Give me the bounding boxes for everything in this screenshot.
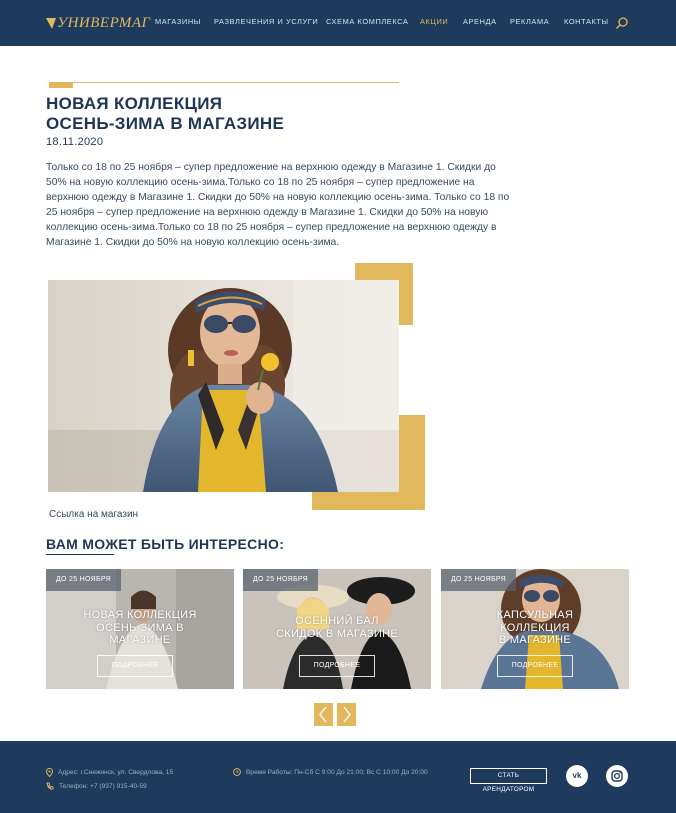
promo-card-title: ОСЕННИЙ БАЛ СКИДОК В МАГАЗИНЕ	[243, 615, 431, 640]
vk-icon[interactable]: vk	[566, 765, 588, 787]
related-heading: ВАМ МОЖЕТ БЫТЬ ИНТЕРЕСНО:	[46, 536, 285, 552]
chevron-left-icon	[319, 706, 327, 723]
footer-address: Адрес: г.Снежинск, ул. Свердлова, 15	[46, 768, 173, 777]
promo-card[interactable]: ДО 25 НОЯБРЯ НОВАЯ КОЛЛЕКЦИЯ ОСЕНЬ-ЗИМА …	[46, 569, 234, 689]
clock-icon	[233, 768, 241, 776]
promo-card-title-line: КАПСУЛЬНАЯ	[496, 609, 574, 621]
promo-card-title-line: НОВАЯ КОЛЛЕКЦИЯ	[83, 609, 197, 621]
footer-phone-text[interactable]: Телефон: +7 (937) 915-40-59	[59, 783, 147, 790]
nav-item-promotions[interactable]: АКЦИИ	[420, 17, 448, 26]
hero-photo	[48, 280, 399, 492]
shop-link[interactable]: Ссылка на магазин	[49, 509, 138, 520]
footer-hours-text: Время Работы: Пн-Сб С 9:00 До 21:00; Вс …	[246, 768, 428, 776]
nav-item-shops[interactable]: МАГАЗИНЫ	[155, 17, 201, 26]
promo-card-title: КАПСУЛЬНАЯ КОЛЛЕКЦИЯ В МАГАЗИНЕ	[441, 609, 629, 647]
promo-card[interactable]: ДО 25 НОЯБРЯ ОСЕННИЙ БАЛ СКИДОК В МАГАЗИ…	[243, 569, 431, 689]
instagram-icon[interactable]	[606, 765, 628, 787]
article-body: Только со 18 по 25 ноября – супер предло…	[46, 162, 510, 249]
promo-card-badge: ДО 25 НОЯБРЯ	[243, 569, 319, 591]
nav-item-advertising[interactable]: РЕКЛАМА	[510, 17, 549, 26]
title-accent	[49, 82, 73, 88]
footer-hours: Время Работы: Пн-Сб С 9:00 До 21:00; Вс …	[233, 768, 428, 776]
nav-item-complex-map[interactable]: СХЕМА КОМПЛЕКСА	[326, 17, 408, 26]
become-tenant-button[interactable]: СТАТЬ АРЕНДАТОРОМ	[470, 768, 547, 793]
article-title-line-1: НОВАЯ КОЛЛЕКЦИЯ	[46, 94, 223, 113]
promo-card-more-button[interactable]: ПОДРОБНЕЕ	[97, 655, 173, 677]
promo-card-title-line: КОЛЛЕКЦИЯ	[500, 621, 570, 634]
article-title-line-2: ОСЕНЬ-ЗИМА В МАГАЗИНЕ	[46, 114, 285, 133]
promo-card-title-line: МАГАЗИНЕ	[109, 634, 171, 646]
promo-card-badge: ДО 25 НОЯБРЯ	[46, 569, 122, 591]
chevron-right-icon	[343, 706, 351, 723]
nav-item-rent[interactable]: АРЕНДА	[463, 17, 497, 26]
vk-icon-label: vk	[572, 771, 582, 780]
promo-card-more-button[interactable]: ПОДРОБНЕЕ	[299, 655, 375, 677]
promo-card-more-button[interactable]: ПОДРОБНЕЕ	[497, 655, 573, 677]
promo-card-title-line: В МАГАЗИНЕ	[498, 634, 572, 646]
footer-address-text: Адрес: г.Снежинск, ул. Свердлова, 15	[58, 769, 174, 776]
carousel-prev-button[interactable]	[314, 703, 333, 726]
footer-phone[interactable]: Телефон: +7 (937) 915-40-59	[46, 782, 147, 790]
phone-icon	[46, 782, 54, 790]
promo-card-title-line: СКИДОК В МАГАЗИНЕ	[276, 627, 398, 640]
search-icon[interactable]	[615, 16, 629, 30]
location-pin-icon	[46, 768, 53, 777]
related-heading-underline	[46, 554, 114, 555]
carousel-next-button[interactable]	[337, 703, 356, 726]
nav-item-contacts[interactable]: КОНТАКТЫ	[564, 17, 609, 26]
promo-card-title-line: ОСЕНЬ-ЗИМА В	[96, 621, 184, 634]
article-date: 18.11.2020	[46, 136, 104, 148]
promo-card-title-line: ОСЕННИЙ БАЛ	[295, 615, 379, 627]
promo-card[interactable]: ДО 25 НОЯБРЯ КАПСУЛЬНАЯ КОЛЛЕКЦИЯ В МАГА…	[441, 569, 629, 689]
promo-card-badge: ДО 25 НОЯБРЯ	[441, 569, 517, 591]
title-divider	[49, 82, 399, 83]
instagram-glyph	[611, 770, 623, 782]
article-title: НОВАЯ КОЛЛЕКЦИЯ ОСЕНЬ-ЗИМА В МАГАЗИНЕ	[46, 94, 466, 134]
main-nav: МАГАЗИНЫ РАЗВЛЕЧЕНИЯ И УСЛУГИ СХЕМА КОМП…	[0, 17, 676, 29]
promo-card-title: НОВАЯ КОЛЛЕКЦИЯ ОСЕНЬ-ЗИМА В МАГАЗИНЕ	[46, 609, 234, 647]
site-header: УНИВЕРМАГ МАГАЗИНЫ РАЗВЛЕЧЕНИЯ И УСЛУГИ …	[0, 0, 676, 46]
nav-item-entertainment[interactable]: РАЗВЛЕЧЕНИЯ И УСЛУГИ	[214, 17, 318, 26]
